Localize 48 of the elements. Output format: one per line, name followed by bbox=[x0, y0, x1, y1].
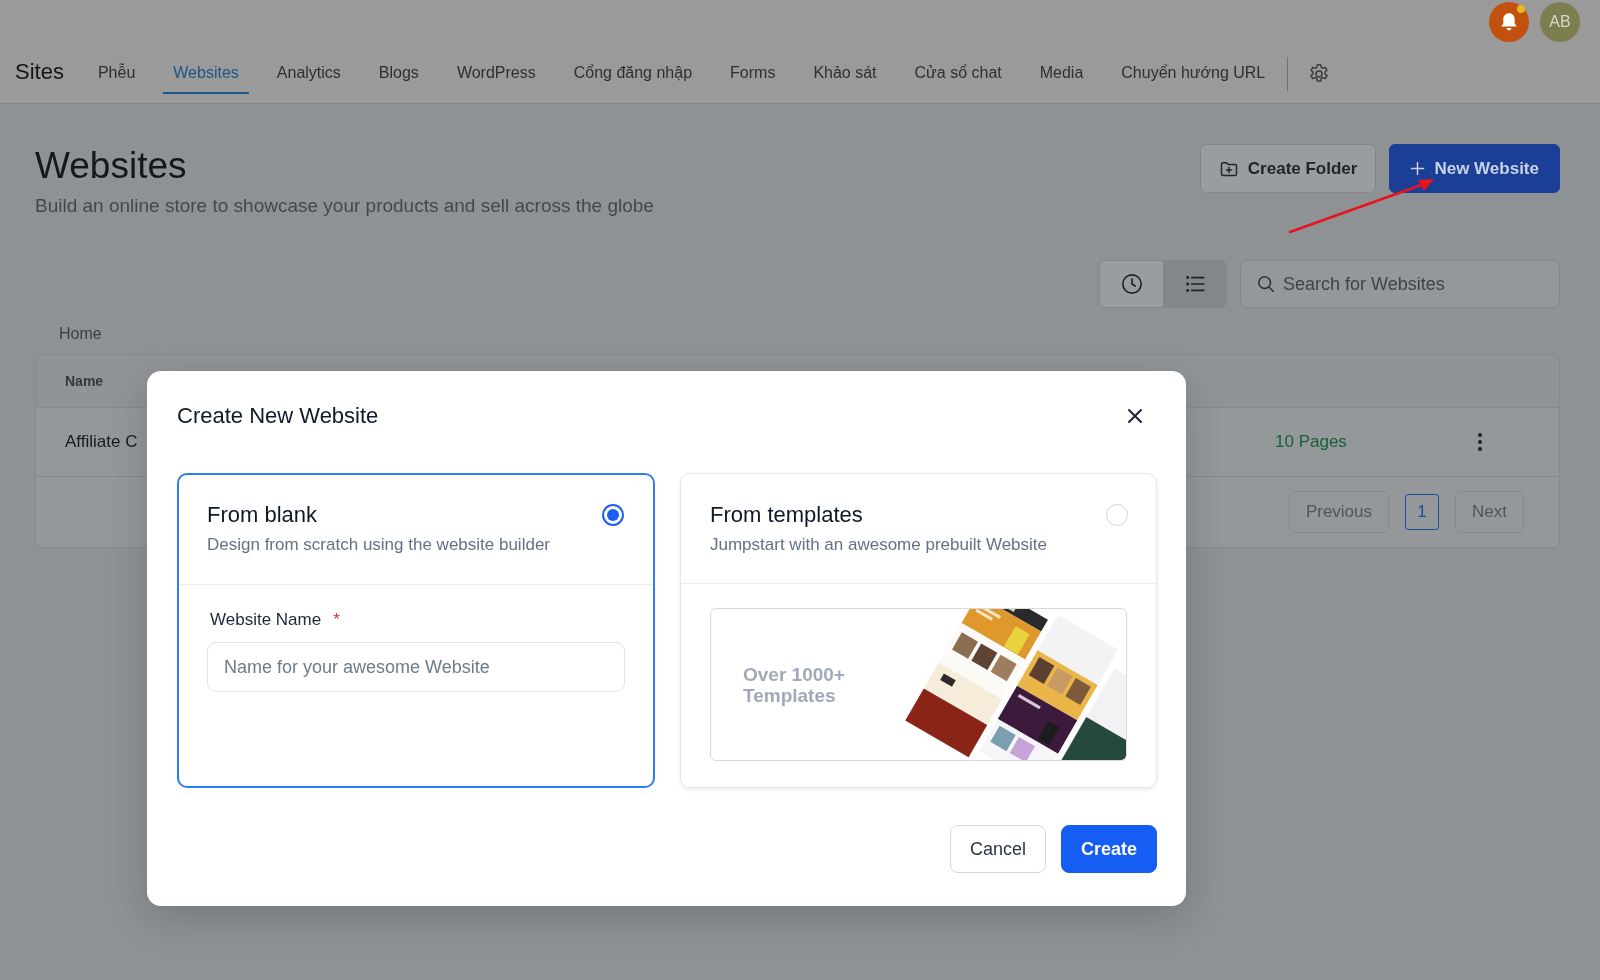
page-number-button[interactable]: 1 bbox=[1405, 494, 1440, 530]
nav-tab[interactable]: WordPress bbox=[446, 53, 546, 94]
nav-tab[interactable]: Analytics bbox=[266, 53, 351, 94]
nav-tab[interactable]: Media bbox=[1029, 53, 1094, 94]
table-cell: Affiliate C bbox=[65, 432, 138, 452]
breadcrumb-link[interactable]: Home bbox=[59, 324, 102, 344]
option-title: From templates bbox=[710, 501, 864, 529]
option-title: From blank bbox=[207, 501, 319, 529]
history-button[interactable] bbox=[1100, 261, 1163, 307]
notifications-button[interactable] bbox=[1489, 2, 1529, 42]
website-name-input[interactable]: Name for your awesome Website bbox=[207, 642, 625, 692]
column-header: Name bbox=[65, 373, 104, 389]
nav-tab[interactable]: Forms bbox=[720, 53, 786, 94]
banner-headline: Over 1000+ Templates bbox=[743, 663, 846, 706]
page-subtitle: Build an online store to showcase your products and sell across the globe bbox=[35, 194, 654, 218]
search-field[interactable]: Search for Websites bbox=[1240, 260, 1560, 308]
plus-icon bbox=[1410, 161, 1426, 176]
previous-button[interactable]: Previous bbox=[1288, 491, 1390, 533]
cancel-button[interactable]: Cancel bbox=[949, 825, 1046, 873]
create-folder-button[interactable]: Create Folder bbox=[1199, 144, 1377, 193]
app-title: Sites bbox=[15, 58, 64, 85]
nav-tab[interactable]: Khảo sát bbox=[803, 53, 887, 94]
create-button[interactable]: Create bbox=[1060, 825, 1157, 873]
more-options-icon[interactable] bbox=[1477, 432, 1483, 452]
option-card[interactable]: From blank Design from scratch using the website builder Website Name * Name for your awesome Website bbox=[177, 473, 655, 788]
bell-icon bbox=[1498, 11, 1520, 33]
close-icon[interactable] bbox=[1127, 408, 1143, 424]
option-description: Jumpstart with an awesome prebuilt Website bbox=[710, 534, 1047, 556]
required-mark: * bbox=[333, 610, 340, 630]
list-icon bbox=[1184, 273, 1206, 295]
option-description: Design from scratch using the website builder bbox=[207, 534, 550, 556]
page-title: Websites bbox=[35, 146, 188, 186]
next-button[interactable]: Next bbox=[1455, 491, 1524, 533]
list-view-button[interactable] bbox=[1163, 261, 1226, 307]
nav-tab[interactable]: Phễu bbox=[87, 53, 146, 94]
nav-tab[interactable]: Cửa sổ chat bbox=[904, 53, 1012, 94]
table-cell: 10 Pages bbox=[1275, 432, 1347, 452]
nav-tab[interactable]: Blogs bbox=[368, 53, 429, 94]
nav-tab[interactable]: Chuyển hướng URL bbox=[1111, 53, 1276, 94]
dialog-title: Create New Website bbox=[177, 403, 379, 429]
radio-button[interactable] bbox=[602, 504, 624, 526]
user-avatar[interactable]: AB bbox=[1540, 2, 1580, 42]
nav-tab[interactable]: Cổng đăng nhập bbox=[563, 53, 703, 94]
search-icon bbox=[1257, 275, 1275, 293]
field-label: Website Name bbox=[210, 609, 322, 631]
new-website-button[interactable]: New Website bbox=[1389, 144, 1560, 193]
clock-icon bbox=[1120, 273, 1143, 295]
nav-tab[interactable]: Websites bbox=[163, 53, 249, 94]
